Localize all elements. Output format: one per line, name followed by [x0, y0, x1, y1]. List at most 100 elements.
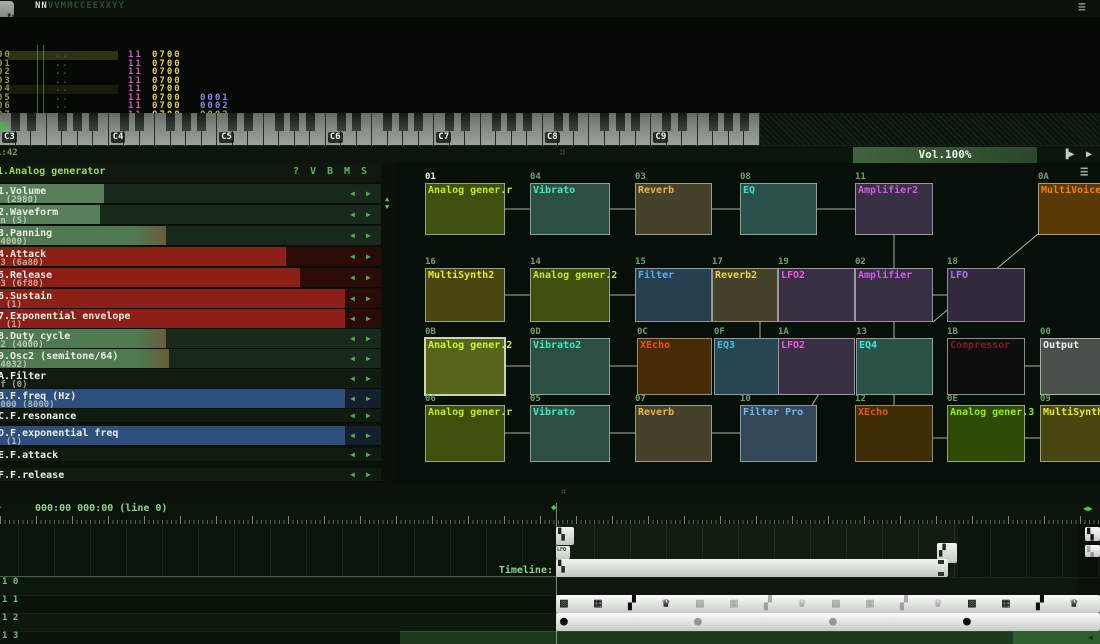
black-key[interactable] [724, 113, 733, 131]
increment-arrow[interactable]: ▶ [366, 394, 371, 403]
timeline-pattern-row[interactable]: ▩▦▞♛▩▦▞♛▩▦▞♛▩▦▞♛▩ [556, 595, 1100, 613]
module-lfo2[interactable]: LFO2 [778, 268, 855, 322]
module-filter[interactable]: Filter [635, 268, 712, 322]
decrement-arrow[interactable]: ◀ [350, 294, 355, 303]
module-analog-gener-2[interactable]: Analog gener.2 [530, 268, 610, 322]
module-xecho[interactable]: XEcho [637, 338, 712, 395]
piano-keyboard[interactable]: C3C4C5C6C7C8C9⟲ [0, 113, 1100, 145]
timeline-pattern-block[interactable]: ▚ [1085, 545, 1100, 557]
black-key[interactable] [662, 113, 671, 131]
module-filter-pro[interactable]: Filter Pro [740, 405, 817, 462]
increment-arrow[interactable]: ▶ [366, 354, 371, 363]
module-amplifier[interactable]: Amplifier [855, 268, 933, 322]
decrement-arrow[interactable]: ◀ [350, 231, 355, 240]
timeline-right-marker-icon[interactable]: ◀▶ [1083, 504, 1093, 513]
panel-button-m[interactable]: M [344, 167, 350, 177]
black-key[interactable] [244, 113, 253, 131]
module-vibrato2[interactable]: Vibrato2 [530, 338, 610, 395]
black-key[interactable] [445, 113, 454, 131]
increment-arrow[interactable]: ▶ [366, 334, 371, 343]
module-multivoice-s[interactable]: MultiVoice S [1038, 183, 1100, 235]
black-key[interactable] [73, 113, 82, 131]
decrement-arrow[interactable]: ◀ [350, 334, 355, 343]
panel-button-s[interactable]: S [361, 167, 367, 177]
timeline-green-bar[interactable] [400, 631, 1013, 644]
loop-icon[interactable]: ⟲ [0, 121, 7, 135]
module-multisynth2[interactable]: MultiSynth2 [425, 268, 505, 322]
black-key[interactable] [290, 113, 299, 131]
black-key[interactable] [569, 113, 578, 131]
module-vibrato[interactable]: Vibrato [530, 405, 610, 462]
timeline-lane[interactable] [0, 577, 1100, 595]
black-key[interactable] [554, 113, 563, 131]
decrement-arrow[interactable]: ◀ [350, 450, 355, 459]
black-key[interactable] [399, 113, 408, 131]
module-eq4[interactable]: EQ4 [856, 338, 933, 395]
controller-6-sustain[interactable]: 6.Sustainn (1)◀▶ [0, 289, 381, 309]
controller-4-attack[interactable]: 4.Attack13 (6a80)◀▶ [0, 247, 381, 267]
black-key[interactable] [523, 113, 532, 131]
black-key[interactable] [120, 113, 129, 131]
black-key[interactable] [678, 113, 687, 131]
increment-arrow[interactable]: ▶ [366, 294, 371, 303]
module-analog-gener-2[interactable]: Analog gener.2 [425, 338, 505, 395]
timeline-green-bar[interactable] [1013, 631, 1100, 644]
module-analog-gener-r[interactable]: Analog gener.r [425, 405, 505, 462]
black-key[interactable] [89, 113, 98, 131]
black-key[interactable] [383, 113, 392, 131]
module-amplifier2[interactable]: Amplifier2 [855, 183, 933, 235]
timeline-pattern-row[interactable]: ●●●● [556, 613, 1100, 631]
black-key[interactable] [492, 113, 501, 131]
increment-arrow[interactable]: ▶ [366, 450, 371, 459]
black-key[interactable] [337, 113, 346, 131]
increment-arrow[interactable]: ▶ [366, 431, 371, 440]
black-key[interactable] [616, 113, 625, 131]
decrement-arrow[interactable]: ◀ [350, 314, 355, 323]
black-key[interactable] [740, 113, 749, 131]
decrement-arrow[interactable]: ◀ [350, 470, 355, 479]
hamburger-menu-icon[interactable]: ≡ [1078, 2, 1086, 14]
module-reverb[interactable]: Reverb [635, 183, 712, 235]
module-multisynth2[interactable]: MultiSynth2 [1040, 405, 1100, 462]
timeline-ruler[interactable] [0, 516, 1100, 524]
controller-e-f-attack[interactable]: E.F.attack◀▶ [0, 448, 381, 462]
play-button[interactable]: ▶ [1086, 149, 1092, 160]
controller-b-f-freq-hz-[interactable]: B.F.freq (Hz)4000 (8000)◀▶ [0, 389, 381, 409]
controller-8-duty-cycle[interactable]: 8.Duty cycle12 (4000)◀▶ [0, 329, 381, 349]
black-key[interactable] [461, 113, 470, 131]
black-key[interactable] [197, 113, 206, 131]
controller-2-waveform[interactable]: 2.Waveformin (5)◀▶ [0, 205, 381, 225]
controller-a-filter[interactable]: A.Filterff (0)◀▶ [0, 369, 381, 389]
controller-d-f-exponential-freq[interactable]: D.F.exponential freqn (1)◀▶ [0, 426, 381, 446]
decrement-arrow[interactable]: ◀ [350, 411, 355, 420]
panel-splitter[interactable]: ▲ ▼ [381, 163, 397, 484]
black-key[interactable] [275, 113, 284, 131]
increment-arrow[interactable]: ▶ [366, 273, 371, 282]
panel-button-?[interactable]: ? [293, 167, 299, 177]
module-output[interactable]: Output [1040, 338, 1100, 395]
black-key[interactable] [507, 113, 516, 131]
play-from-start-button[interactable]: ▐▶ [1063, 149, 1074, 161]
black-key[interactable] [58, 113, 67, 131]
pattern-editor[interactable]: 00..11070001..11070002..11070003..110700… [0, 17, 1100, 113]
panel-button-v[interactable]: V [310, 167, 316, 177]
controller-f-f-release[interactable]: F.F.release◀▶ [0, 468, 381, 482]
module-xecho[interactable]: XEcho [855, 405, 933, 462]
decrement-arrow[interactable]: ◀ [350, 374, 355, 383]
module-reverb[interactable]: Reverb [635, 405, 712, 462]
module-eq[interactable]: EQ [740, 183, 817, 235]
increment-arrow[interactable]: ▶ [366, 411, 371, 420]
black-key[interactable] [27, 113, 36, 131]
black-key[interactable] [709, 113, 718, 131]
module-reverb2[interactable]: Reverb2 [712, 268, 778, 322]
panel-button-b[interactable]: B [327, 167, 333, 177]
controller-c-f-resonance[interactable]: C.F.resonance◀▶ [0, 409, 381, 423]
decrement-arrow[interactable]: ◀ [350, 354, 355, 363]
module-vibrato[interactable]: Vibrato [530, 183, 610, 235]
increment-arrow[interactable]: ▶ [366, 252, 371, 261]
timeline[interactable]: 000:00 000:00 (line 0) ◆ ◆ ◀▶ Timeline: … [0, 500, 1100, 644]
horizontal-divider[interactable]: ∷ [0, 484, 1100, 500]
decrement-arrow[interactable]: ◀ [350, 431, 355, 440]
timeline-pattern-block[interactable]: ▚ [1085, 527, 1100, 541]
black-key[interactable] [166, 113, 175, 131]
